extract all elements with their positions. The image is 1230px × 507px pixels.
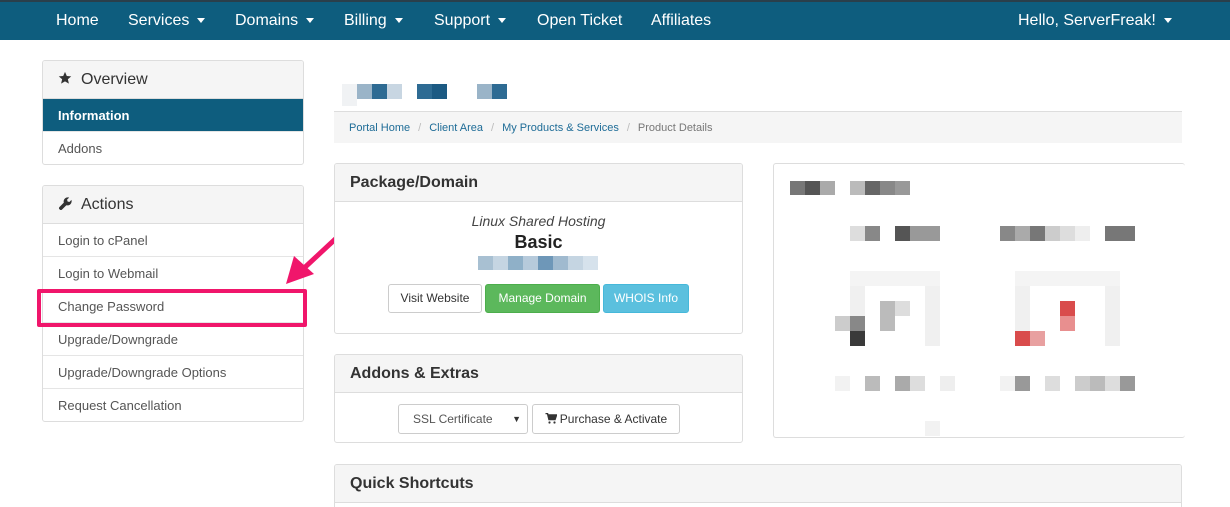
domain-name-redacted: [478, 256, 598, 270]
addons-extras-panel: Addons & Extras SSL Certificate ▼ Purcha…: [334, 354, 743, 443]
sidebar-item-upgrade-downgrade-options[interactable]: Upgrade/Downgrade Options: [43, 356, 303, 389]
sidebar-item-label: Upgrade/Downgrade Options: [58, 365, 227, 380]
sidebar-item-label: Information: [58, 108, 130, 123]
sidebar-item-login-webmail[interactable]: Login to Webmail: [43, 257, 303, 290]
dropdown-arrow-icon: ▼: [512, 414, 521, 424]
sidebar-item-login-cpanel[interactable]: Login to cPanel: [43, 224, 303, 257]
star-icon: [57, 71, 73, 88]
nav-affiliates[interactable]: Affiliates: [651, 2, 711, 42]
breadcrumb-my-products[interactable]: My Products & Services: [502, 122, 619, 134]
sidebar-item-label: Login to Webmail: [58, 266, 159, 281]
package-domain-header: Package/Domain: [335, 164, 742, 202]
addons-extras-header: Addons & Extras: [335, 355, 742, 393]
addon-select-value: SSL Certificate: [413, 412, 493, 426]
nav-support[interactable]: Support: [434, 2, 507, 42]
nav-services-label: Services: [128, 12, 190, 29]
nav-home-label: Home: [56, 12, 99, 29]
whois-info-button[interactable]: WHOIS Info: [603, 284, 689, 313]
overview-header: Overview: [43, 61, 303, 99]
nav-support-label: Support: [434, 12, 491, 29]
actions-header: Actions: [43, 186, 303, 224]
sidebar-item-request-cancellation[interactable]: Request Cancellation: [43, 389, 303, 421]
caret-down-icon: [306, 18, 315, 24]
package-domain-panel: Package/Domain Linux Shared Hosting Basi…: [334, 163, 743, 334]
nav-home[interactable]: Home: [56, 2, 99, 42]
nav-services[interactable]: Services: [128, 2, 206, 42]
breadcrumb-current: Product Details: [637, 122, 713, 134]
nav-domains[interactable]: Domains: [235, 2, 315, 42]
breadcrumb-separator: /: [491, 122, 495, 134]
caret-down-icon: [394, 18, 403, 24]
overview-title: Overview: [81, 70, 148, 88]
breadcrumb-separator: /: [418, 122, 422, 134]
usage-stats-panel-redacted: [773, 163, 1185, 438]
annotation-highlight-box: [37, 289, 307, 327]
nav-open-ticket[interactable]: Open Ticket: [537, 2, 622, 42]
nav-open-ticket-label: Open Ticket: [537, 12, 623, 29]
caret-down-icon: [1163, 18, 1172, 24]
sidebar-item-upgrade-downgrade[interactable]: Upgrade/Downgrade: [43, 323, 303, 356]
wrench-icon: [57, 196, 73, 214]
manage-domain-button[interactable]: Manage Domain: [485, 284, 600, 313]
top-navbar: Home Services Domains Billing Support Op…: [0, 0, 1230, 40]
caret-down-icon: [197, 18, 206, 24]
sidebar-item-label: Login to cPanel: [58, 233, 148, 248]
caret-down-icon: [498, 18, 507, 24]
package-group: Linux Shared Hosting: [471, 213, 606, 229]
visit-website-button[interactable]: Visit Website: [388, 284, 482, 313]
sidebar-item-label: Upgrade/Downgrade: [58, 332, 178, 347]
actions-title: Actions: [81, 195, 134, 213]
breadcrumb-portal-home[interactable]: Portal Home: [349, 122, 410, 134]
breadcrumb: Portal Home / Client Area / My Products & Se…: [334, 111, 1182, 143]
purchase-activate-button[interactable]: Purchase & Activate: [532, 404, 680, 434]
breadcrumb-client-area[interactable]: Client Area: [429, 122, 483, 134]
sidebar-item-label: Addons: [58, 141, 103, 156]
breadcrumb-separator: /: [626, 122, 630, 134]
purchase-activate-label: Purchase & Activate: [559, 412, 668, 426]
cart-icon: [545, 406, 558, 434]
overview-panel: Overview Information Addons: [42, 60, 304, 165]
quick-shortcuts-header: Quick Shortcuts: [335, 465, 1181, 503]
nav-billing-label: Billing: [344, 12, 387, 29]
nav-billing[interactable]: Billing: [344, 2, 403, 42]
sidebar-item-addons[interactable]: Addons: [43, 132, 303, 164]
user-greeting: Hello, ServerFreak!: [1018, 12, 1156, 29]
nav-affiliates-label: Affiliates: [651, 12, 712, 29]
sidebar-item-information[interactable]: Information: [43, 99, 303, 132]
addon-select[interactable]: SSL Certificate ▼: [398, 404, 528, 434]
user-menu[interactable]: Hello, ServerFreak!: [1018, 2, 1172, 42]
package-name: Basic: [514, 232, 563, 252]
quick-shortcuts-panel: Quick Shortcuts: [334, 464, 1182, 507]
nav-domains-label: Domains: [235, 12, 299, 29]
sidebar-item-label: Request Cancellation: [58, 398, 182, 413]
